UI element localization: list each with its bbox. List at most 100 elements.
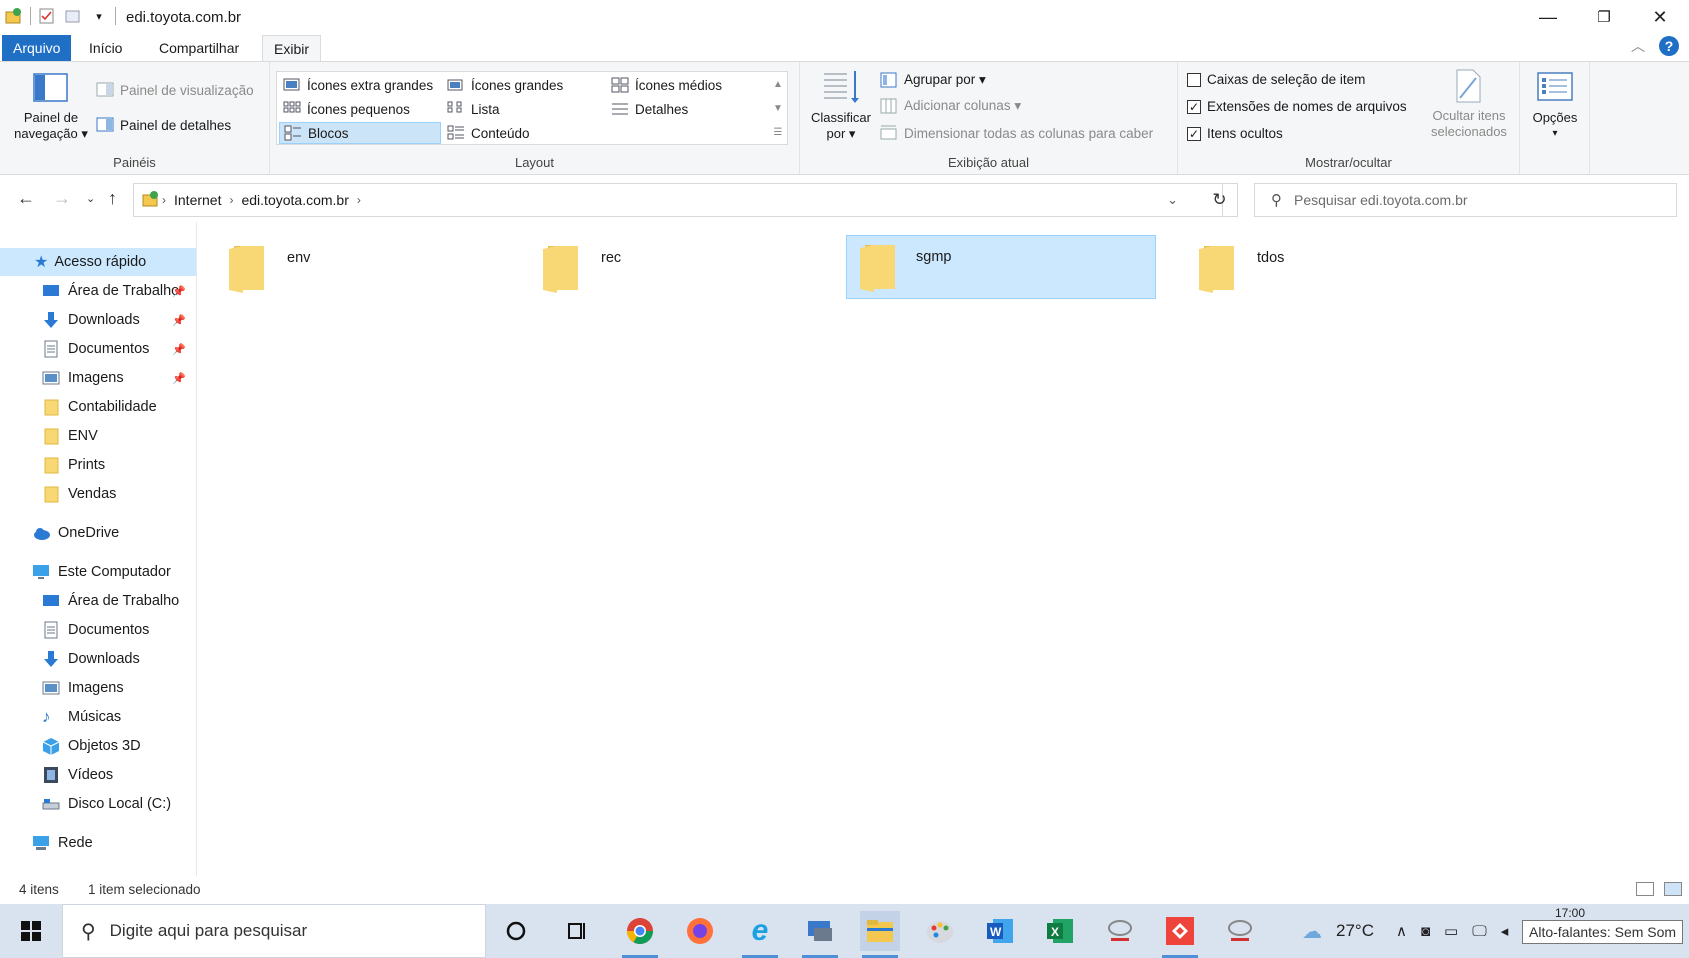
properties-icon[interactable] xyxy=(37,6,57,26)
item-checkboxes-toggle[interactable]: Caixas de seleção de item xyxy=(1187,72,1365,87)
sidebar-item-quick-access[interactable]: ★ Acesso rápido xyxy=(0,248,196,276)
sidebar-item-quick-downloads[interactable]: Downloads 📌 xyxy=(0,306,196,334)
weather-widget[interactable]: ☁ 27°C xyxy=(1302,904,1374,958)
tab-exibir[interactable]: Exibir xyxy=(262,35,322,62)
item-checkboxes-checkbox[interactable] xyxy=(1187,72,1201,87)
toyota-icon[interactable] xyxy=(1220,911,1260,951)
sidebar-item-pc-desktop[interactable]: Área de Trabalho xyxy=(0,587,196,615)
minimize-button[interactable]: — xyxy=(1520,0,1576,34)
word-icon[interactable]: W xyxy=(980,911,1020,951)
sidebar-item-quick-documents[interactable]: Documentos 📌 xyxy=(0,335,196,363)
start-button[interactable] xyxy=(0,904,62,958)
file-explorer-icon[interactable] xyxy=(860,911,900,958)
network-status-icon[interactable]: 🖵 xyxy=(1472,923,1486,940)
file-extensions-toggle[interactable]: ✓ Extensões de nomes de arquivos xyxy=(1187,99,1407,114)
tab-arquivo[interactable]: Arquivo xyxy=(2,35,72,62)
sidebar-item-pc-local-disk[interactable]: Disco Local (C:) xyxy=(0,790,196,818)
cortana-icon[interactable] xyxy=(496,911,536,951)
restore-button[interactable]: ❐ xyxy=(1576,0,1632,34)
breadcrumb-internet[interactable]: Internet xyxy=(174,192,221,208)
address-bar[interactable]: › Internet › edi.toyota.com.br › ⌄ xyxy=(133,183,1223,217)
folder-tile-rec[interactable]: rec xyxy=(514,235,824,299)
show-hidden-icons-icon[interactable]: ∧ xyxy=(1396,922,1407,940)
taskbar-search-input[interactable]: Digite aqui para pesquisar xyxy=(110,921,308,941)
layout-tiles[interactable]: Blocos xyxy=(279,122,441,144)
address-dropdown-icon[interactable]: ⌄ xyxy=(1167,192,1178,208)
chrome-icon[interactable] xyxy=(620,911,660,958)
up-arrow-icon[interactable]: ↑ xyxy=(108,188,117,209)
gallery-expand-icon[interactable]: ☰ xyxy=(774,127,783,138)
add-columns-button[interactable]: Adicionar colunas ▾ xyxy=(880,98,1021,114)
folder-tile-sgmp[interactable]: sgmp xyxy=(846,235,1156,299)
options-button[interactable]: Opções ▾ xyxy=(1524,72,1586,142)
breadcrumb-edi-toyota[interactable]: edi.toyota.com.br xyxy=(241,192,348,208)
task-view-icon[interactable] xyxy=(556,911,596,951)
sort-by-button[interactable]: Classificar por ▾ xyxy=(808,68,874,142)
layout-extra-large-icons[interactable]: Ícones extra grandes xyxy=(279,74,433,96)
hide-selected-button[interactable]: Ocultar itens selecionados xyxy=(1424,68,1514,140)
large-icons-toggle-icon[interactable] xyxy=(1664,882,1682,896)
forward-arrow-icon[interactable]: → xyxy=(53,188,71,209)
scroll-up-icon[interactable]: ▲ xyxy=(773,79,783,90)
preview-pane-button[interactable]: Painel de visualização xyxy=(96,82,254,98)
back-arrow-icon[interactable]: ← xyxy=(17,188,35,209)
firefox-icon[interactable] xyxy=(680,911,720,951)
tab-inicio[interactable]: Início xyxy=(78,35,133,62)
search-input[interactable]: Pesquisar edi.toyota.com.br xyxy=(1294,192,1468,208)
layout-medium-icons[interactable]: Ícones médios xyxy=(607,74,722,96)
layout-content[interactable]: Conteúdo xyxy=(443,122,530,144)
sidebar-item-prints[interactable]: Prints xyxy=(0,451,196,479)
breadcrumb-chevron-icon[interactable]: › xyxy=(229,193,233,207)
internet-explorer-icon[interactable]: e xyxy=(740,911,780,958)
sidebar-item-pc-downloads[interactable]: Downloads xyxy=(0,645,196,673)
remote-desktop-icon[interactable] xyxy=(800,911,840,958)
sidebar-item-pc-pictures[interactable]: Imagens xyxy=(0,674,196,702)
sidebar-item-vendas[interactable]: Vendas xyxy=(0,480,196,508)
sidebar-item-onedrive[interactable]: OneDrive xyxy=(0,519,196,547)
meet-now-icon[interactable]: ◙ xyxy=(1421,923,1430,940)
scroll-down-icon[interactable]: ▼ xyxy=(773,103,783,114)
details-pane-button[interactable]: Painel de detalhes xyxy=(96,117,231,133)
toyota-icon[interactable] xyxy=(1100,911,1140,951)
clock[interactable]: 17:00 xyxy=(1555,906,1585,920)
sidebar-item-env[interactable]: ENV xyxy=(0,422,196,450)
folder-tile-env[interactable]: env xyxy=(200,235,510,299)
refresh-button[interactable]: ↻ xyxy=(1202,183,1238,217)
new-folder-icon[interactable] xyxy=(63,6,83,26)
size-columns-button[interactable]: Dimensionar todas as colunas para caber xyxy=(880,125,1153,141)
navigation-pane-button[interactable]: Painel de navegação ▾ xyxy=(10,72,92,142)
hidden-items-toggle[interactable]: ✓ Itens ocultos xyxy=(1187,126,1283,141)
anydesk-icon[interactable] xyxy=(1160,911,1200,958)
collapse-ribbon-icon[interactable]: ︿ xyxy=(1631,36,1645,56)
sidebar-item-pc-documents[interactable]: Documentos xyxy=(0,616,196,644)
customize-toolbar-icon[interactable]: ▾ xyxy=(89,6,109,26)
sidebar-item-pc-music[interactable]: ♪ Músicas xyxy=(0,703,196,731)
pin-icon[interactable]: 📌 xyxy=(172,343,186,356)
pin-icon[interactable]: 📌 xyxy=(172,314,186,327)
group-by-button[interactable]: Agrupar por ▾ xyxy=(880,72,986,88)
close-button[interactable]: ✕ xyxy=(1632,0,1688,34)
layout-large-icons[interactable]: Ícones grandes xyxy=(443,74,563,96)
sidebar-item-quick-pictures[interactable]: Imagens 📌 xyxy=(0,364,196,392)
sidebar-item-pc-3d-objects[interactable]: Objetos 3D xyxy=(0,732,196,760)
breadcrumb-chevron-icon[interactable]: › xyxy=(357,193,361,207)
sidebar-item-contabilidade[interactable]: Contabilidade xyxy=(0,393,196,421)
taskbar-search[interactable]: ⚲ Digite aqui para pesquisar xyxy=(62,904,486,958)
tab-compartilhar[interactable]: Compartilhar xyxy=(148,35,250,62)
help-icon[interactable]: ? xyxy=(1659,36,1679,56)
paint-icon[interactable] xyxy=(920,911,960,951)
sidebar-item-pc-videos[interactable]: Vídeos xyxy=(0,761,196,789)
recent-locations-chevron-icon[interactable]: ⌄ xyxy=(86,192,95,205)
breadcrumb-chevron-icon[interactable]: › xyxy=(162,193,166,207)
hidden-items-checkbox[interactable]: ✓ xyxy=(1187,126,1201,141)
layout-list[interactable]: Lista xyxy=(443,98,500,120)
excel-icon[interactable]: X xyxy=(1040,911,1080,951)
layout-small-icons[interactable]: Ícones pequenos xyxy=(279,98,410,120)
file-extensions-checkbox[interactable]: ✓ xyxy=(1187,99,1201,114)
battery-icon[interactable]: ▭ xyxy=(1444,922,1458,940)
layout-details[interactable]: Detalhes xyxy=(607,98,688,120)
folder-tile-tdos[interactable]: tdos xyxy=(1170,235,1480,299)
speaker-icon[interactable]: ◂ xyxy=(1501,922,1509,940)
details-view-toggle-icon[interactable] xyxy=(1636,882,1654,896)
sidebar-item-this-pc[interactable]: Este Computador xyxy=(0,558,196,586)
